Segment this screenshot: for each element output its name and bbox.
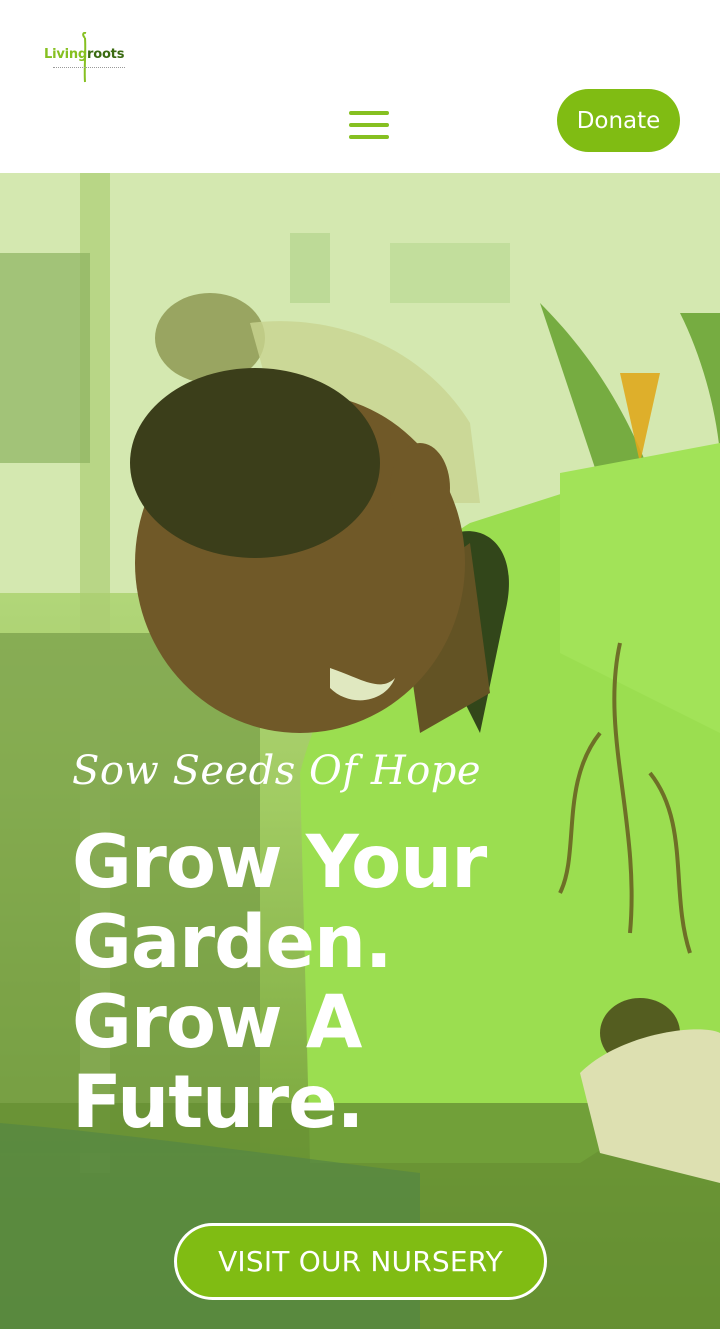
living-roots-logo[interactable]: Living roots xyxy=(40,30,130,84)
visit-nursery-button[interactable]: VISIT OUR NURSERY xyxy=(174,1223,547,1300)
headline-line: Garden. xyxy=(72,900,393,985)
hero-tagline: Sow Seeds Of Hope xyxy=(72,748,482,794)
donate-button[interactable]: Donate xyxy=(557,89,680,152)
hero-section: Sow Seeds Of Hope Grow Your Garden. Grow… xyxy=(0,173,720,1329)
headline-line: Grow A xyxy=(72,980,362,1065)
hero-headline: Grow Your Garden. Grow A Future. xyxy=(72,823,592,1143)
logo-tagline-line xyxy=(53,67,125,70)
hamburger-menu-icon[interactable] xyxy=(347,108,391,142)
logo-word-roots: roots xyxy=(87,47,125,62)
headline-line: Future. xyxy=(72,1060,364,1145)
site-header: Living roots Donate xyxy=(0,0,720,173)
headline-line: Grow Your xyxy=(72,820,487,905)
